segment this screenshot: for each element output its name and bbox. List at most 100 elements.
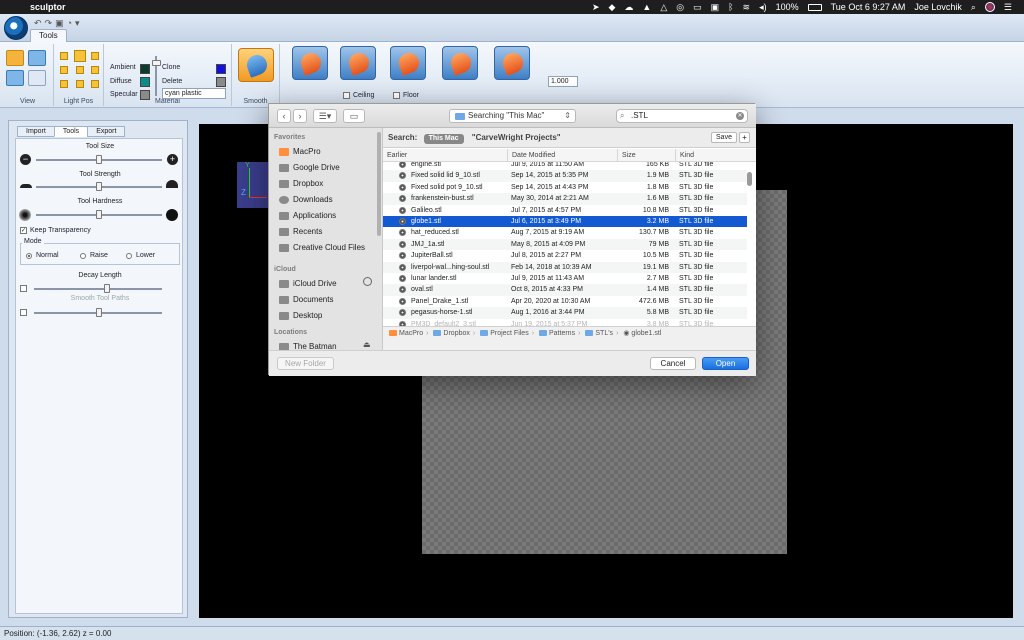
light-pos-icon[interactable] <box>60 66 68 74</box>
path-segment[interactable]: MacPro <box>399 330 423 337</box>
backup-icon[interactable]: ◎ <box>676 2 684 13</box>
back-button[interactable]: ‹ <box>277 109 291 123</box>
floor-checkbox[interactable] <box>393 92 400 99</box>
table-row[interactable]: Fixed solid pot 9_10.stl Sep 14, 2015 at … <box>383 182 747 193</box>
table-row[interactable]: oval.stl Oct 8, 2015 at 4:33 PM 1.4 MB STL … <box>383 284 747 296</box>
tool-size-thumb[interactable] <box>96 155 102 164</box>
cloud-icon[interactable]: ☁ <box>624 2 633 13</box>
path-segment[interactable]: Dropbox <box>443 330 469 337</box>
sidebar-item-macpro[interactable]: MacPro <box>279 145 379 158</box>
table-row[interactable]: Panel_Drake_1.stl Apr 20, 2020 at 10:30 A… <box>383 296 747 307</box>
open-button[interactable]: Open <box>702 357 749 370</box>
table-row[interactable]: Galileo.stl Jul 7, 2015 at 4:57 PM 10.8 MB… <box>383 205 747 216</box>
table-row[interactable]: PM3D_default2_3.stl Jun 19, 2015 at 5:37 … <box>383 319 747 326</box>
table-row[interactable]: engine.stl Jul 9, 2015 at 11:50 AM 165 KB S… <box>383 162 747 170</box>
decrease-size-icon[interactable]: − <box>20 154 31 165</box>
table-row[interactable]: JMJ_1a.stl May 8, 2015 at 4:09 PM 79 MB STL… <box>383 238 747 251</box>
sidebar-item-desktop[interactable]: Desktop <box>279 309 379 322</box>
search-icon[interactable]: ⌕ <box>971 2 976 13</box>
tab-tools[interactable]: Tools <box>53 126 89 137</box>
sidebar-item-google-drive[interactable]: Google Drive <box>279 161 379 174</box>
undo-icon[interactable]: ↶ <box>34 18 42 29</box>
dropdown-icon[interactable]: ▾ <box>75 18 80 29</box>
sidebar-item-applications[interactable]: Applications <box>279 209 379 222</box>
mode-lower-radio[interactable] <box>126 253 132 259</box>
table-row[interactable]: JupiterBall.stl Jul 8, 2015 at 2:27 PM 10.… <box>383 250 747 261</box>
light-pos-icon[interactable] <box>91 80 99 88</box>
increase-size-icon[interactable]: + <box>167 154 178 165</box>
dropbox-icon[interactable]: ◆ <box>608 2 615 13</box>
light-pos-icon[interactable] <box>76 66 84 74</box>
bluetooth-icon[interactable]: ᛒ <box>728 2 733 12</box>
table-row[interactable]: hat_reduced.stl Aug 7, 2015 at 9:19 AM 130… <box>383 227 747 238</box>
scope-this-mac-button[interactable]: This Mac <box>423 134 464 144</box>
ceiling-checkbox[interactable] <box>343 92 350 99</box>
decay-length-checkbox[interactable] <box>20 285 27 292</box>
stamp-tool-icon[interactable] <box>442 46 478 80</box>
mode-normal-radio[interactable] <box>26 253 32 259</box>
column-kind[interactable]: Kind <box>675 149 747 162</box>
ribbon-tab-tools[interactable]: Tools <box>30 29 67 42</box>
view-options-button[interactable]: ☰▾ <box>313 109 337 123</box>
wifi-icon[interactable]: ≋ <box>743 2 751 13</box>
ceiling-tool-icon[interactable] <box>340 46 376 80</box>
new-folder-icon-button[interactable]: ▭ <box>343 109 365 123</box>
siri-icon[interactable] <box>984 2 995 12</box>
tab-export[interactable]: Export <box>87 126 126 137</box>
path-segment[interactable]: STL's <box>595 330 613 337</box>
light-pos-icon[interactable] <box>76 80 84 88</box>
sidebar-scrollbar[interactable] <box>377 132 381 236</box>
table-row[interactable]: pegasus-horse-1.stl Aug 1, 2016 at 3:44 P… <box>383 307 747 319</box>
spinner-input[interactable]: 1.000 <box>548 76 578 87</box>
column-earlier[interactable]: Earlier <box>383 149 507 162</box>
smooth-tool-icon[interactable] <box>238 48 274 82</box>
tool-strength-thumb[interactable] <box>96 182 102 191</box>
eject-icon[interactable]: ⏏ <box>363 340 371 349</box>
sidebar-item-dropbox[interactable]: Dropbox <box>279 177 379 190</box>
sidebar-item-recents[interactable]: Recents <box>279 225 379 238</box>
save-icon[interactable]: ▣ <box>55 18 64 29</box>
smooth-tool-paths-checkbox[interactable] <box>20 309 27 316</box>
light-pos-icon[interactable] <box>74 50 86 62</box>
clear-search-icon[interactable]: ✕ <box>736 112 744 120</box>
redo-icon[interactable]: ↷ <box>45 18 53 29</box>
column-size[interactable]: Size <box>617 149 675 162</box>
app-logo-icon[interactable] <box>4 16 28 40</box>
floor-tool-icon[interactable] <box>390 46 426 80</box>
table-row[interactable]: Fixed solid lid 9_10.stl Sep 14, 2015 at … <box>383 170 747 182</box>
app-menu-name[interactable]: sculptor <box>30 2 66 12</box>
light-pos-icon[interactable] <box>60 52 68 60</box>
clone-swatch[interactable] <box>216 64 226 74</box>
tool-hardness-thumb[interactable] <box>96 210 102 219</box>
select-tool-icon[interactable] <box>6 50 24 66</box>
volume-icon[interactable]: ◂) <box>759 2 767 13</box>
path-segment[interactable]: Patterns <box>549 330 575 337</box>
zoom-icon[interactable] <box>28 70 46 86</box>
rotate-view-icon[interactable] <box>28 50 46 66</box>
path-segment[interactable]: Project Files <box>490 330 529 337</box>
clone-label[interactable]: Clone <box>162 64 180 71</box>
menubar-clock[interactable]: Tue Oct 6 9:27 AM <box>831 2 906 12</box>
adobe-icon[interactable]: ▲ <box>642 2 651 12</box>
cancel-button[interactable]: Cancel <box>650 357 696 370</box>
sidebar-item-downloads[interactable]: Downloads <box>279 193 379 206</box>
scope-project-button[interactable]: "CarveWright Projects" <box>472 133 561 142</box>
light-pos-icon[interactable] <box>91 52 99 60</box>
battery-icon[interactable] <box>807 3 822 11</box>
table-row[interactable]: globe1.stl Jul 6, 2015 at 3:49 PM 3.2 MB ST… <box>383 216 747 228</box>
delete-swatch[interactable] <box>216 77 226 87</box>
ambient-swatch[interactable] <box>140 64 150 74</box>
diffuse-swatch[interactable] <box>140 77 150 87</box>
new-folder-button[interactable]: New Folder <box>277 357 334 370</box>
material-select[interactable]: cyan plastic <box>162 88 226 99</box>
material-slider-thumb[interactable] <box>152 60 161 66</box>
menubar-user[interactable]: Joe Lovchik <box>914 2 962 12</box>
display-icon[interactable]: ▭ <box>693 2 702 13</box>
location-icon[interactable]: ➤ <box>592 2 600 13</box>
table-row[interactable]: frankenstein-bust.stl May 30, 2014 at 2:2… <box>383 193 747 205</box>
keep-transparency-checkbox[interactable]: ✓ <box>20 227 27 234</box>
delete-label[interactable]: Delete <box>162 78 182 85</box>
save-search-button[interactable]: Save <box>711 132 737 143</box>
light-pos-icon[interactable] <box>60 80 68 88</box>
add-criteria-button[interactable]: + <box>739 132 750 143</box>
